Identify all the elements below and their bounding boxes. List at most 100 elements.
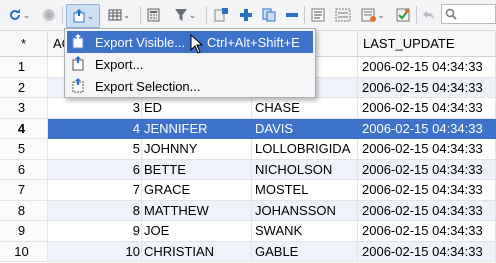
cell-last-update[interactable]: 2006-02-15 04:34:33: [358, 57, 496, 78]
search-input[interactable]: [441, 4, 496, 24]
row-number-cell[interactable]: 1: [0, 57, 48, 78]
menu-item-shortcut: Ctrl+Alt+Shift+E: [207, 34, 300, 50]
table-row[interactable]: 6 6 BETTE NICHOLSON 2006-02-15 04:34:33: [0, 159, 496, 180]
cell-last-update[interactable]: 2006-02-15 04:34:33: [358, 159, 496, 180]
cell-last-name[interactable]: JOHANSSON: [252, 200, 358, 221]
stop-icon: [43, 9, 55, 21]
table-row[interactable]: 8 8 MATTHEW JOHANSSON 2006-02-15 04:34:33: [0, 200, 496, 221]
toolbar-separator: [62, 6, 63, 24]
column-header-last-update[interactable]: LAST_UPDATE: [358, 31, 496, 57]
cell-actor-id[interactable]: 7: [48, 180, 142, 201]
chevron-down-icon: ⌄: [188, 9, 197, 20]
chevron-down-icon: ⌄: [22, 9, 31, 20]
copy-row-button[interactable]: [259, 4, 279, 26]
grid-layout-icon: [108, 9, 122, 21]
table-row[interactable]: 10 10 CHRISTIAN GABLE 2006-02-15 04:34:33: [0, 241, 496, 262]
cell-last-name[interactable]: CHASE: [252, 98, 358, 119]
cell-last-name[interactable]: NICHOLSON: [252, 159, 358, 180]
insert-row-icon: [214, 8, 228, 22]
record-view-icon: [335, 8, 351, 22]
cell-last-name[interactable]: LOLLOBRIGIDA: [252, 139, 358, 160]
chevron-down-icon: ⌄: [86, 10, 95, 21]
toolbar-separator: [304, 6, 305, 24]
cell-last-name[interactable]: GABLE: [252, 241, 358, 262]
cell-last-update[interactable]: 2006-02-15 04:34:33: [358, 241, 496, 262]
row-number-cell[interactable]: 8: [0, 200, 48, 221]
cell-first-name[interactable]: GRACE: [142, 180, 252, 201]
insert-row-button[interactable]: [210, 4, 232, 26]
menu-item-label: Export...: [95, 56, 144, 72]
cell-actor-id[interactable]: 4: [48, 118, 142, 139]
commit-icon: [396, 8, 410, 22]
table-row[interactable]: 9 9 JOE SWANK 2006-02-15 04:34:33: [0, 221, 496, 242]
text-view-button[interactable]: [308, 4, 328, 26]
row-marker-header[interactable]: *: [0, 31, 48, 57]
cell-first-name[interactable]: CHRISTIAN: [142, 241, 252, 262]
cell-last-update[interactable]: 2006-02-15 04:34:33: [358, 77, 496, 98]
export-visible-icon: [71, 34, 86, 52]
commit-button[interactable]: [393, 4, 413, 26]
record-view-button[interactable]: [332, 4, 354, 26]
cell-actor-id[interactable]: 5: [48, 139, 142, 160]
row-number-cell[interactable]: 9: [0, 221, 48, 242]
delete-row-button[interactable]: [282, 4, 302, 26]
row-number-cell[interactable]: 5: [0, 139, 48, 160]
save-dropdown-button[interactable]: ⌄: [357, 4, 389, 26]
cell-last-update[interactable]: 2006-02-15 04:34:33: [358, 180, 496, 201]
table-row[interactable]: 4 4 JENNIFER DAVIS 2006-02-15 04:34:33: [0, 118, 496, 139]
save-icon: [361, 8, 377, 22]
filter-icon: [174, 9, 187, 21]
cell-last-name[interactable]: MOSTEL: [252, 180, 358, 201]
text-view-icon: [311, 8, 325, 22]
cell-actor-id[interactable]: 8: [48, 200, 142, 221]
row-number-cell[interactable]: 6: [0, 159, 48, 180]
cell-actor-id[interactable]: 10: [48, 241, 142, 262]
cell-actor-id[interactable]: 9: [48, 221, 142, 242]
cell-first-name[interactable]: JENNIFER: [142, 118, 252, 139]
cell-first-name[interactable]: JOE: [142, 221, 252, 242]
toolbar-separator: [416, 6, 417, 24]
copy-row-icon: [262, 8, 276, 22]
toolbar-separator: [140, 6, 141, 24]
cell-last-update[interactable]: 2006-02-15 04:34:33: [358, 98, 496, 119]
cell-actor-id[interactable]: 6: [48, 159, 142, 180]
cell-last-name[interactable]: DAVIS: [252, 118, 358, 139]
cell-last-update[interactable]: 2006-02-15 04:34:33: [358, 200, 496, 221]
table-row[interactable]: 7 7 GRACE MOSTEL 2006-02-15 04:34:33: [0, 180, 496, 201]
mouse-cursor-icon: [190, 34, 204, 54]
row-number-cell[interactable]: 3: [0, 98, 48, 119]
add-row-button[interactable]: [236, 4, 256, 26]
cell-last-update[interactable]: 2006-02-15 04:34:33: [358, 118, 496, 139]
cell-first-name[interactable]: BETTE: [142, 159, 252, 180]
refresh-button[interactable]: ⌄: [4, 4, 34, 26]
cell-last-name[interactable]: SWANK: [252, 221, 358, 242]
refresh-icon: [9, 9, 20, 20]
add-row-icon: [240, 9, 252, 21]
cell-actor-id[interactable]: 3: [48, 98, 142, 119]
row-number-cell[interactable]: 10: [0, 241, 48, 262]
undo-button[interactable]: [420, 4, 438, 26]
menu-item-export-selection[interactable]: Export Selection...: [67, 75, 313, 97]
grid-layout-button[interactable]: ⌄: [102, 4, 136, 26]
row-number-cell[interactable]: 2: [0, 77, 48, 98]
cell-last-update[interactable]: 2006-02-15 04:34:33: [358, 221, 496, 242]
menu-item-label: Export Visible...: [95, 34, 186, 50]
stop-button[interactable]: [40, 4, 58, 26]
cell-first-name[interactable]: MATTHEW: [142, 200, 252, 221]
row-number-cell[interactable]: 7: [0, 180, 48, 201]
menu-item-export[interactable]: Export...: [67, 53, 313, 75]
cell-first-name[interactable]: JOHNNY: [142, 139, 252, 160]
table-row[interactable]: 3 3 ED CHASE 2006-02-15 04:34:33: [0, 98, 496, 119]
filter-button[interactable]: ⌄: [168, 4, 202, 26]
calculator-button[interactable]: [144, 4, 162, 26]
chevron-down-icon: ⌄: [122, 9, 131, 20]
cell-last-update[interactable]: 2006-02-15 04:34:33: [358, 139, 496, 160]
undo-icon: [423, 11, 434, 20]
table-row[interactable]: 5 5 JOHNNY LOLLOBRIGIDA 2006-02-15 04:34:33: [0, 139, 496, 160]
cell-first-name[interactable]: ED: [142, 98, 252, 119]
toolbar: ⌄ ⌄ ⌄ ⌄ ⌄: [0, 0, 496, 31]
export-dropdown-button[interactable]: ⌄: [66, 4, 100, 28]
search-icon: [445, 8, 457, 20]
row-number-cell[interactable]: 4: [0, 118, 48, 139]
delete-row-icon: [286, 13, 298, 17]
